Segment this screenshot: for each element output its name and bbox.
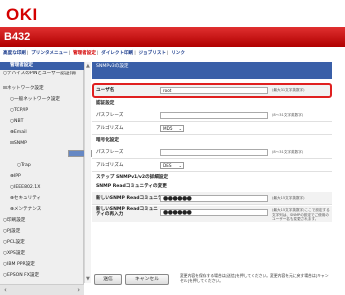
auth-pass-hint: (8～31文字英数字) <box>272 113 304 117</box>
sidebar-item-trap[interactable]: ○Trap <box>0 161 84 171</box>
new-community-label: 新しいSNMP Readコミュニティ <box>96 196 167 201</box>
sidebar-item-nbt[interactable]: ○NBT <box>0 117 84 127</box>
auth-header-row: 認証設定 <box>92 99 332 109</box>
chevron-down-icon: ⌄ <box>178 126 182 131</box>
sidebar-item-ieee8021x[interactable]: ○IEEE802.1X <box>0 183 84 193</box>
nav-admin-settings[interactable]: 管理者設定 <box>73 51 96 56</box>
v1v2-header-row: ステップ SNMPv1/v2の詳細設定 <box>92 173 332 182</box>
nav-job-list[interactable]: ジョブリスト <box>138 51 166 56</box>
confirm-community-hint: (最大15文字英数字)ここで設定する文字列は、SNMPの設定でご使用のユーザー名… <box>272 208 330 221</box>
sidebar-item-pj-settings[interactable]: ○PJ設定 <box>0 227 84 237</box>
header-bar <box>0 27 345 47</box>
sidebar-item-general-network[interactable]: ○一般ネットワーク設定 <box>0 95 84 105</box>
sidebar-item-email[interactable]: ⊕Email <box>0 128 84 138</box>
confirm-community-row: 新しいSNMP Readコミュニティの再入力 ●●●●●● (最大15文字英数字… <box>92 206 332 222</box>
enc-algo-select[interactable]: DES ⌄ <box>160 162 184 169</box>
sidebar-horizontal-scrollbar[interactable]: ‹ › <box>0 284 84 295</box>
sidebar-item-maintenance[interactable]: ⊕メンテナンス <box>0 205 84 215</box>
new-community-row: 新しいSNMP Readコミュニティ ●●●●●● (最大15文字英数字) <box>92 192 332 205</box>
nav-links[interactable]: リンク <box>171 51 185 56</box>
nav-printer-menu[interactable]: プリンタメニュー <box>31 51 68 56</box>
section-title: SNMPv3の設定 <box>92 62 332 71</box>
sidebar-item-ibm-ppr[interactable]: ○IBM PPR設定 <box>0 260 84 270</box>
enc-header: 暗号化設定 <box>96 138 119 143</box>
scroll-up-icon[interactable]: ▲ <box>86 63 90 69</box>
sidebar-item-security[interactable]: ⊕セキュリティ <box>0 194 84 204</box>
new-community-hint: (最大15文字英数字) <box>272 196 305 200</box>
footer-note: 変更内容を保存する場合は[送信]を押してください。変更内容を元に戻す場合は[キャ… <box>180 273 329 283</box>
nav-advanced-print[interactable]: 高度な印刷 <box>3 51 26 56</box>
sidebar-item-epson-fx[interactable]: ○EPSON FX設定 <box>0 271 84 281</box>
sidebar: 管理者設定 ○デバイスのPINとユーザー認証(弱 ⊟ネットワーク設定 ○一般ネッ… <box>0 62 92 295</box>
submit-button[interactable]: 送信 <box>94 274 122 285</box>
scroll-left-icon[interactable]: ‹ <box>4 285 7 295</box>
username-highlight-box <box>92 83 332 98</box>
auth-pass-input[interactable] <box>160 112 268 119</box>
confirm-community-label: 新しいSNMP Readコミュニティの再入力 <box>96 207 158 217</box>
auth-header: 認証設定 <box>96 101 115 106</box>
enc-pass-input[interactable] <box>160 149 268 156</box>
sidebar-vertical-scrollbar[interactable]: ▲ ▼ <box>84 62 91 283</box>
sidebar-item-ipp[interactable]: ⊕IPP <box>0 172 84 182</box>
sidebar-item-print-settings[interactable]: ○印刷設定 <box>0 216 84 226</box>
enc-header-row: 暗号化設定 <box>92 136 332 146</box>
auth-algo-row: アルゴリズム MD5 ⌄ <box>92 122 332 135</box>
new-community-input[interactable]: ●●●●●● <box>160 195 268 202</box>
sidebar-item-network[interactable]: ⊟ネットワーク設定 <box>0 84 84 94</box>
read-community-header-row: SNMP Readコミュニティの変更 <box>92 182 332 191</box>
enc-algo-label: アルゴリズム <box>96 163 124 168</box>
sidebar-item-xps-settings[interactable]: ○XPS設定 <box>0 249 84 259</box>
read-community-header: SNMP Readコミュニティの変更 <box>96 184 167 189</box>
sidebar-item-snmp[interactable]: ⊟SNMP <box>0 139 84 149</box>
sidebar-item-pcl-settings[interactable]: ○PCL設定 <box>0 238 84 248</box>
printer-model-title: B432 <box>4 31 31 43</box>
scroll-down-icon[interactable]: ▼ <box>86 276 90 282</box>
enc-algo-row: アルゴリズム DES ⌄ <box>92 159 332 172</box>
scroll-right-icon[interactable]: › <box>77 285 80 295</box>
auth-pass-row: パスフレーズ (8～31文字英数字) <box>92 109 332 122</box>
oki-logo: OKI <box>6 5 38 24</box>
top-navigation: 高度な印刷| プリンタメニュー| 管理者設定| ダイレクト印刷| ジョブリスト|… <box>3 51 185 56</box>
auth-algo-label: アルゴリズム <box>96 126 124 131</box>
v1v2-header: ステップ SNMPv1/v2の詳細設定 <box>96 175 169 180</box>
auth-pass-label: パスフレーズ <box>96 113 124 118</box>
chevron-down-icon: ⌄ <box>178 163 182 168</box>
sidebar-header[interactable]: 管理者設定 <box>0 62 84 70</box>
enc-pass-row: パスフレーズ (8～31文字英数字) <box>92 146 332 159</box>
confirm-community-input[interactable]: ●●●●●● <box>160 209 268 216</box>
auth-algo-select[interactable]: MD5 ⌄ <box>160 125 184 132</box>
nav-direct-print[interactable]: ダイレクト印刷 <box>101 51 133 56</box>
enc-pass-label: パスフレーズ <box>96 150 124 155</box>
sidebar-item-device-pin[interactable]: ○デバイスのPINとユーザー認証(弱 <box>0 71 84 83</box>
cancel-button[interactable]: キャンセル <box>125 274 169 285</box>
enc-pass-hint: (8～31文字英数字) <box>272 150 304 154</box>
sidebar-item-tcpip[interactable]: ○TCP/IP <box>0 106 84 116</box>
section-bar <box>92 71 332 79</box>
form-footer: 送信 キャンセル 変更内容を保存する場合は[送信]を押してください。変更内容を元… <box>92 270 345 290</box>
